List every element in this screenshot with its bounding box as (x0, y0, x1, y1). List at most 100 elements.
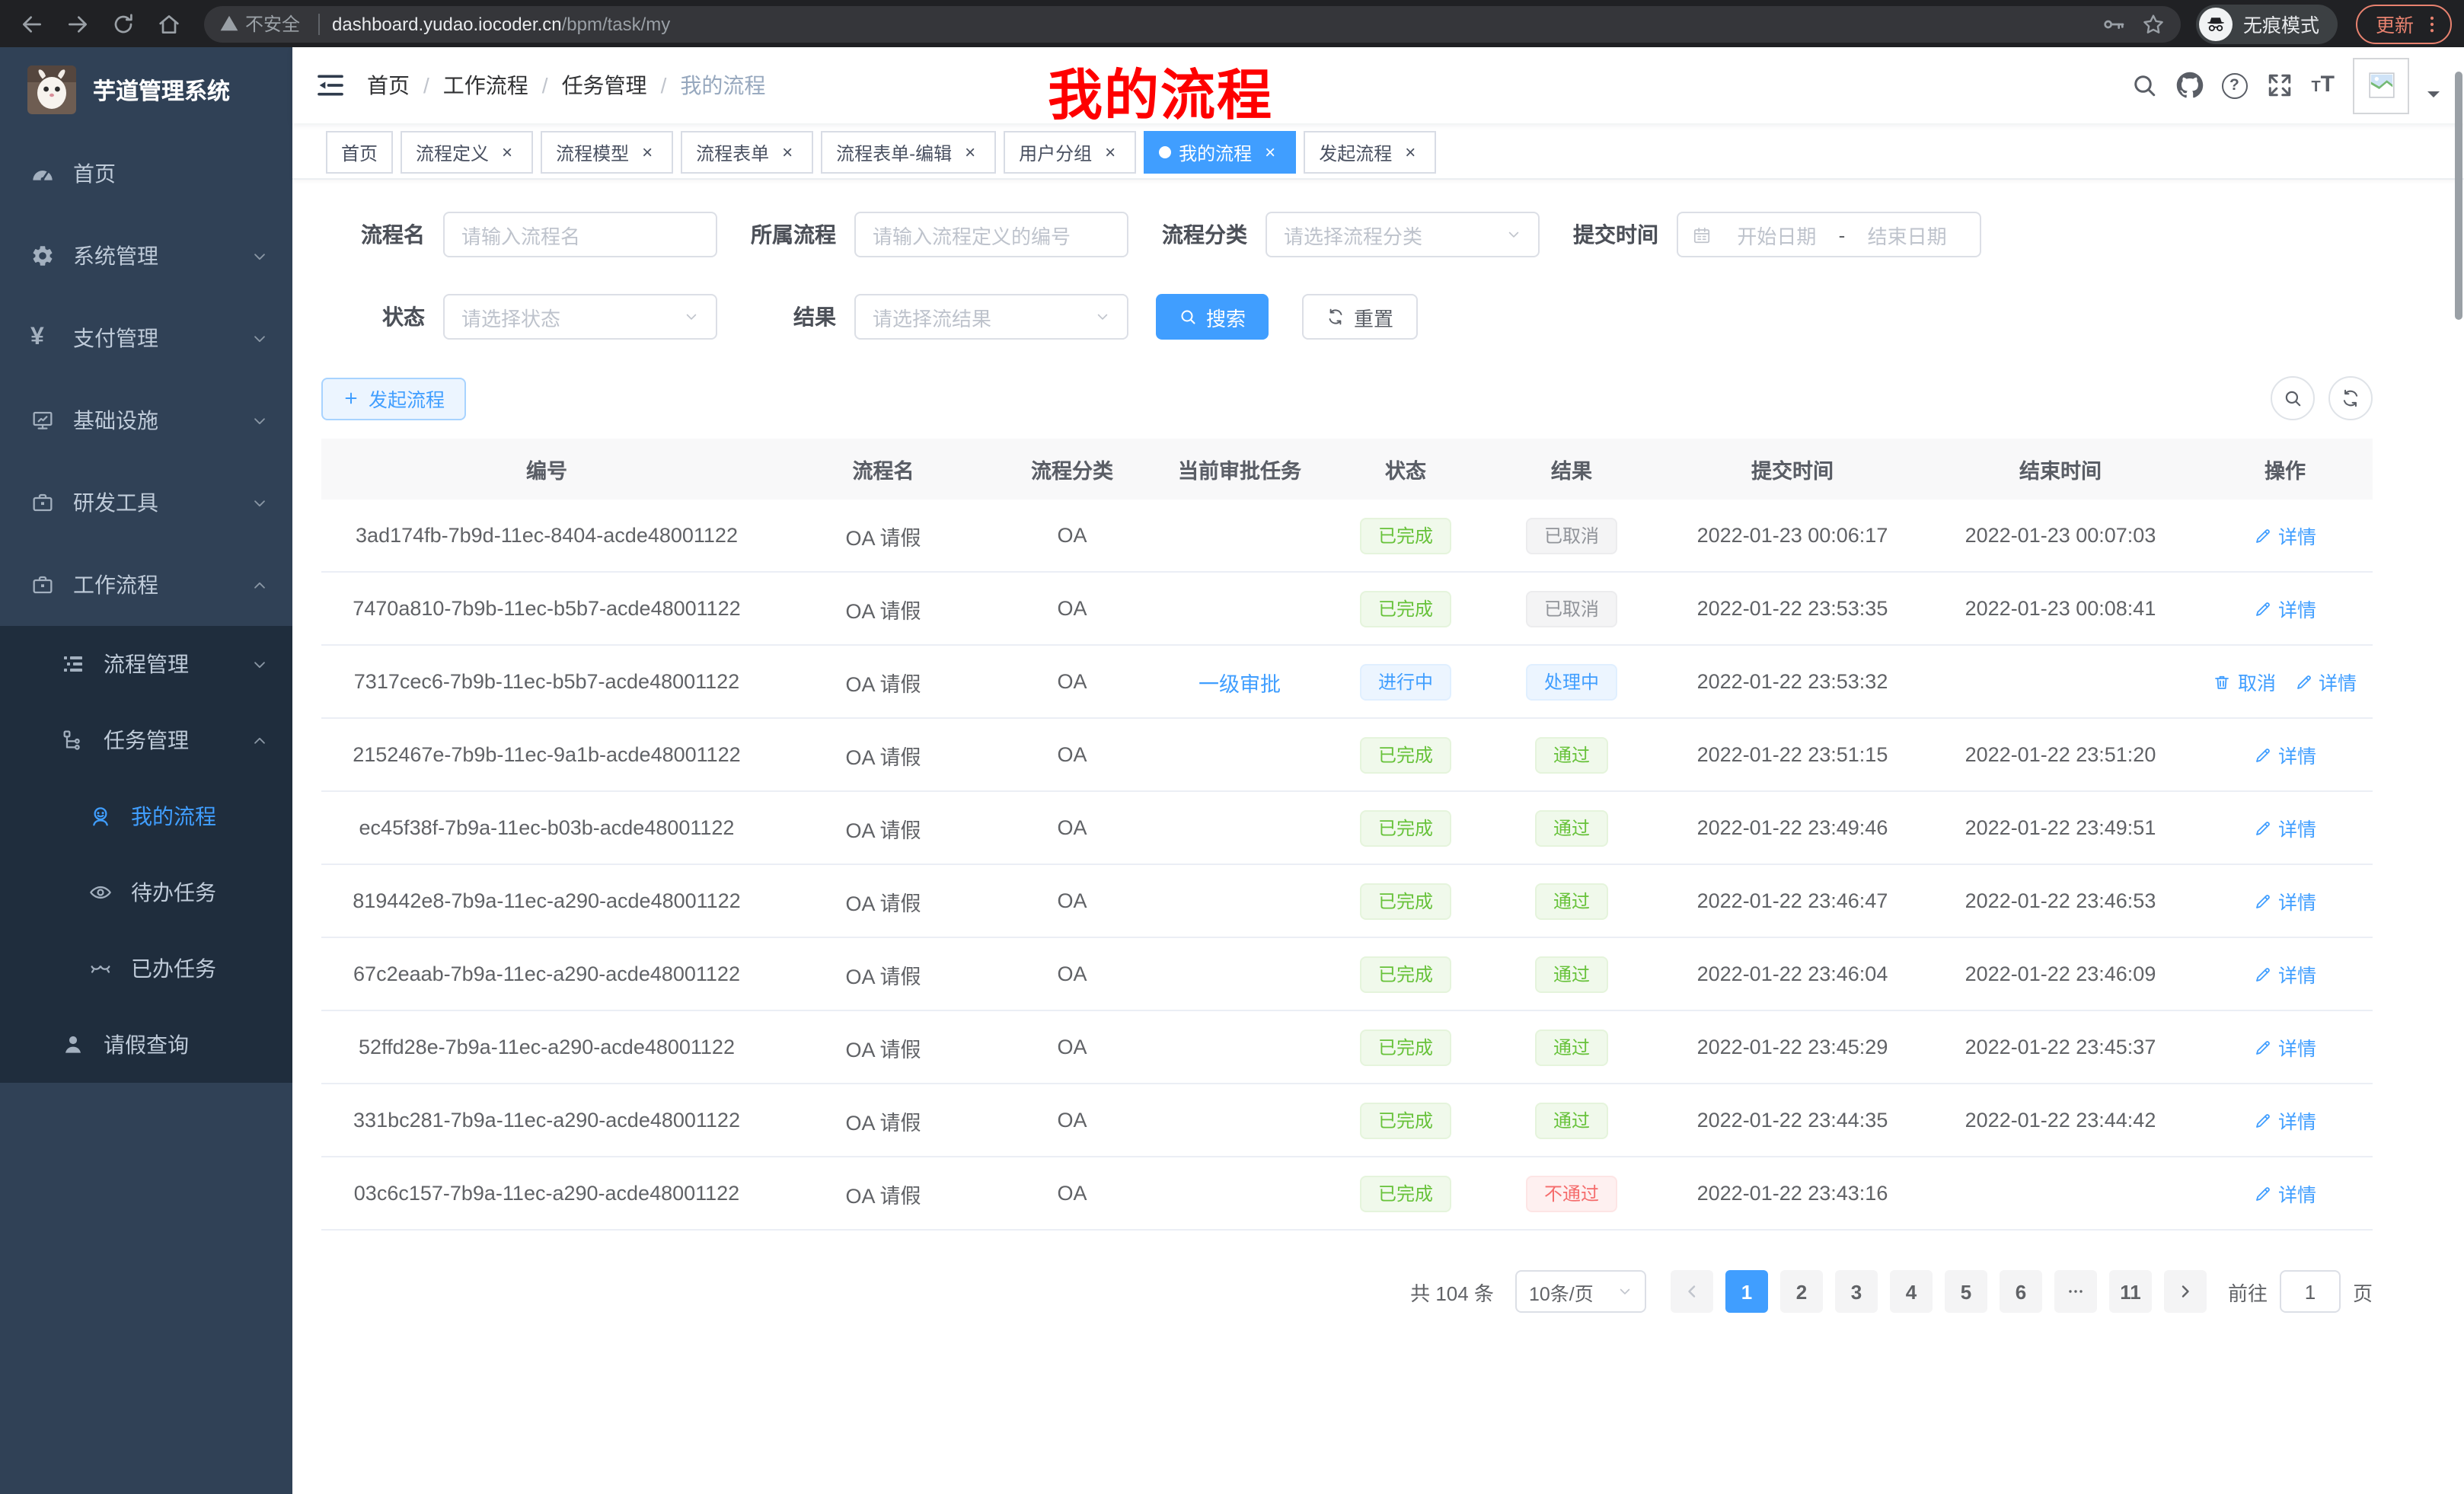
breadcrumb-item[interactable]: 工作流程 (443, 70, 528, 101)
detail-link[interactable]: 详情 (2254, 1179, 2316, 1208)
password-key-icon[interactable] (2102, 11, 2126, 36)
pen-icon (2254, 526, 2272, 544)
avatar-caret-icon[interactable] (2427, 91, 2440, 104)
bookmark-star-icon[interactable] (2141, 11, 2166, 36)
browser-update-button[interactable]: 更新 (2356, 4, 2452, 43)
reset-label: 重置 (1354, 302, 1393, 331)
sidebar-collapse-icon[interactable] (315, 70, 346, 101)
cell-current-task (1150, 791, 1329, 864)
active-dot-icon (1159, 146, 1171, 158)
tab-label: 首页 (341, 139, 378, 165)
tab-首页[interactable]: 首页 (326, 131, 393, 174)
browser-back-button[interactable] (12, 4, 52, 43)
detail-link[interactable]: 详情 (2254, 813, 2316, 842)
breadcrumb-item[interactable]: 首页 (367, 70, 410, 101)
close-icon[interactable] (959, 142, 981, 163)
goto-page-input[interactable]: 1 (2280, 1270, 2341, 1313)
page-6-button[interactable]: 6 (2000, 1270, 2042, 1313)
tab-用户分组[interactable]: 用户分组 (1004, 131, 1136, 174)
cell-status: 进行中 (1329, 645, 1482, 718)
next-page-button[interactable] (2164, 1270, 2207, 1313)
detail-link[interactable]: 详情 (2254, 886, 2316, 915)
page-5-button[interactable]: 5 (1945, 1270, 1987, 1313)
sidebar-item-请假查询[interactable]: 请假查询 (0, 1007, 292, 1083)
process-name-input[interactable]: 请输入流程名 (443, 212, 717, 257)
page-2-button[interactable]: 2 (1780, 1270, 1823, 1313)
tab-流程定义[interactable]: 流程定义 (401, 131, 533, 174)
tab-流程模型[interactable]: 流程模型 (541, 131, 673, 174)
sidebar-item-已办任务[interactable]: 已办任务 (0, 931, 292, 1007)
page-3-button[interactable]: 3 (1835, 1270, 1878, 1313)
detail-link[interactable]: 详情 (2254, 1033, 2316, 1061)
sidebar-item-工作流程[interactable]: 工作流程 (0, 544, 292, 626)
sidebar-item-任务管理[interactable]: 任务管理 (0, 702, 292, 778)
chevron-down-icon (1095, 309, 1110, 324)
fullscreen-icon[interactable] (2265, 72, 2293, 99)
close-icon[interactable] (1400, 142, 1421, 163)
help-icon[interactable] (2221, 72, 2247, 98)
avatar[interactable] (2353, 57, 2409, 113)
pages-more-button[interactable] (2054, 1270, 2097, 1313)
address-bar[interactable]: 不安全 dashboard.yudao.iocoder.cn/bpm/task/… (204, 5, 2181, 42)
header-search-icon[interactable] (2130, 72, 2157, 99)
github-icon[interactable] (2175, 72, 2203, 99)
tab-我的流程[interactable]: 我的流程 (1144, 131, 1296, 174)
parent-process-input[interactable]: 请输入流程定义的编号 (854, 212, 1128, 257)
detail-link[interactable]: 详情 (2254, 1106, 2316, 1135)
page-4-button[interactable]: 4 (1890, 1270, 1933, 1313)
cancel-link[interactable]: 取消 (2213, 667, 2276, 696)
start-process-button[interactable]: 发起流程 (321, 377, 466, 420)
browser-reload-button[interactable] (104, 4, 143, 43)
chevron-down-icon (251, 656, 268, 672)
detail-link[interactable]: 详情 (2254, 740, 2316, 769)
sidebar-item-待办任务[interactable]: 待办任务 (0, 854, 292, 931)
tab-发起流程[interactable]: 发起流程 (1304, 131, 1436, 174)
refresh-table-button[interactable] (2328, 376, 2373, 420)
page-11-button[interactable]: 11 (2109, 1270, 2152, 1313)
sidebar-item-基础设施[interactable]: 基础设施 (0, 379, 292, 461)
close-icon[interactable] (777, 142, 798, 163)
cell-submit-time: 2022-01-23 00:06:17 (1661, 500, 1923, 572)
process-category-select[interactable]: 请选择流程分类 (1266, 212, 1540, 257)
sidebar-item-支付管理[interactable]: ¥支付管理 (0, 297, 292, 379)
browser-forward-button[interactable] (58, 4, 97, 43)
close-icon[interactable] (1259, 142, 1281, 163)
sidebar-item-研发工具[interactable]: 研发工具 (0, 461, 292, 544)
search-button[interactable]: 搜索 (1156, 294, 1269, 340)
detail-link[interactable]: 详情 (2294, 667, 2357, 696)
status-select[interactable]: 请选择状态 (443, 294, 717, 340)
breadcrumb-item[interactable]: 任务管理 (562, 70, 647, 101)
breadcrumb-item: 我的流程 (680, 70, 765, 101)
detail-link[interactable]: 详情 (2254, 594, 2316, 623)
goto-suffix-label: 页 (2353, 1277, 2373, 1306)
close-icon[interactable] (496, 142, 518, 163)
result-select[interactable]: 请选择流结果 (854, 294, 1128, 340)
browser-home-button[interactable] (149, 4, 189, 43)
tab-流程表单[interactable]: 流程表单 (681, 131, 813, 174)
page-scrollbar-thumb[interactable] (2455, 72, 2462, 320)
forward-icon (65, 11, 90, 36)
prev-page-button[interactable] (1671, 1270, 1713, 1313)
cell-status: 已完成 (1329, 572, 1482, 645)
close-icon[interactable] (637, 142, 658, 163)
reset-button[interactable]: 重置 (1302, 294, 1418, 340)
detail-link[interactable]: 详情 (2254, 521, 2316, 550)
font-size-icon[interactable] (2311, 72, 2335, 99)
page-1-button[interactable]: 1 (1725, 1270, 1768, 1313)
page-size-select[interactable]: 10条/页 (1515, 1270, 1646, 1313)
current-task-link[interactable]: 一级审批 (1198, 672, 1281, 695)
sidebar-item-流程管理[interactable]: 流程管理 (0, 626, 292, 702)
tab-流程表单-编辑[interactable]: 流程表单-编辑 (821, 131, 996, 174)
sidebar-item-首页[interactable]: 首页 (0, 132, 292, 215)
sidebar-item-我的流程[interactable]: 我的流程 (0, 778, 292, 854)
show-search-button[interactable] (2271, 376, 2315, 420)
tab-label: 用户分组 (1019, 139, 1092, 165)
submit-time-daterange[interactable]: 开始日期-结束日期 (1677, 212, 1981, 257)
menu-group-workflow-submenu: 流程管理任务管理我的流程待办任务已办任务请假查询 (0, 626, 292, 1083)
browser-menu-icon[interactable] (2421, 13, 2443, 34)
start-date-placeholder: 开始日期 (1718, 220, 1836, 249)
sidebar-item-系统管理[interactable]: 系统管理 (0, 215, 292, 297)
app-logo[interactable]: 芋道管理系统 (0, 47, 292, 132)
detail-link[interactable]: 详情 (2254, 959, 2316, 988)
close-icon[interactable] (1100, 142, 1121, 163)
